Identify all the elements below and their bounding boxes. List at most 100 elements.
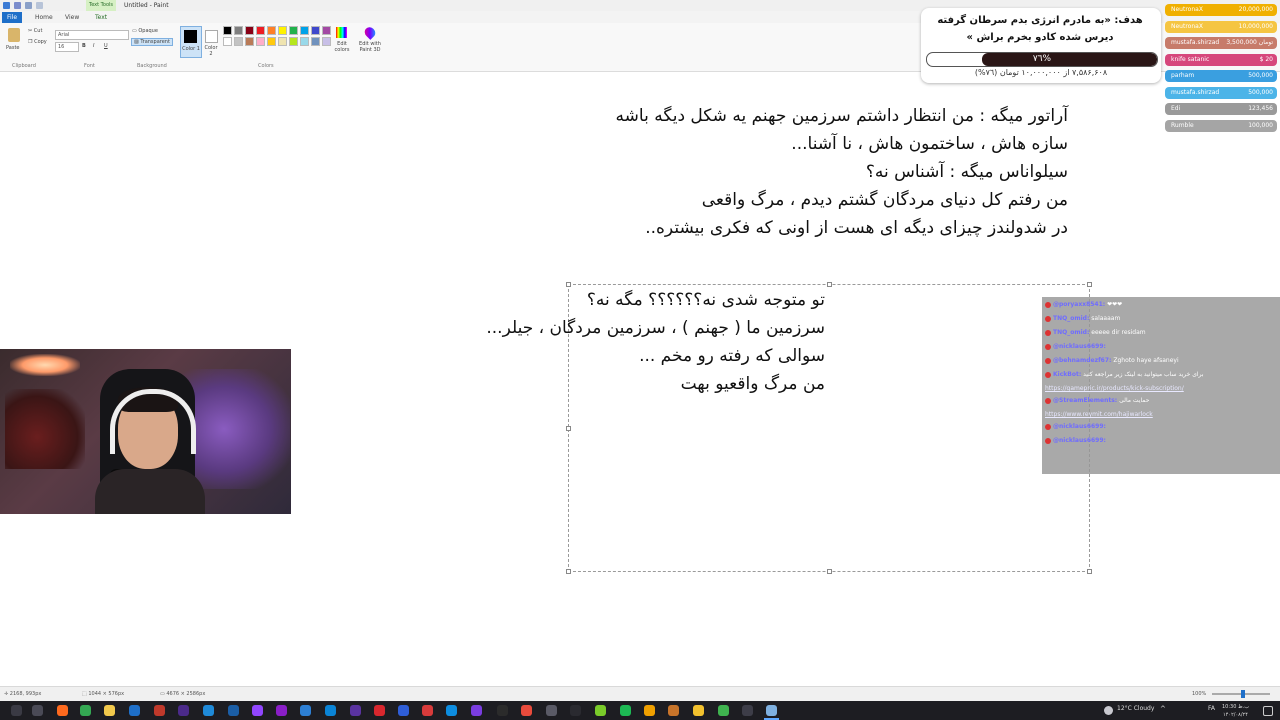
font-size-select[interactable]: 16: [55, 42, 79, 52]
app-icon[interactable]: [350, 705, 361, 716]
font-name-value: Arial: [58, 32, 70, 38]
clock[interactable]: 10:30 ب.ظ ۱۴۰۲/۰۸/۲۴: [1222, 703, 1249, 719]
app-icon[interactable]: [374, 705, 385, 716]
app-icon[interactable]: [521, 705, 532, 716]
tray-overflow-icon[interactable]: ^: [1160, 705, 1166, 713]
palette-swatch[interactable]: [267, 37, 276, 46]
chat-username[interactable]: @nicklaus6699:: [1053, 437, 1106, 444]
donor-amount: 500,000: [1248, 88, 1273, 96]
app-icon[interactable]: [497, 705, 508, 716]
transparent-option[interactable]: ▨ Transparent: [131, 38, 173, 46]
palette-swatch[interactable]: [267, 26, 276, 35]
app-icon[interactable]: [546, 705, 557, 716]
font-name-select[interactable]: Arial: [55, 30, 129, 40]
color1-button[interactable]: Color 1: [180, 26, 202, 58]
steam-icon[interactable]: [228, 705, 239, 716]
tab-home[interactable]: Home: [30, 12, 58, 23]
paint-taskbar-icon[interactable]: [766, 705, 777, 716]
palette-swatch[interactable]: [311, 26, 320, 35]
resize-handle[interactable]: [566, 426, 571, 431]
chat-username[interactable]: @nicklaus6699:: [1053, 423, 1106, 430]
chat-username[interactable]: KickBot:: [1053, 371, 1081, 378]
bold-button[interactable]: B: [82, 43, 86, 49]
weather-text[interactable]: 12°C Cloudy: [1117, 705, 1154, 712]
firefox-icon[interactable]: [57, 705, 68, 716]
chat-username[interactable]: @behnamdezf67:: [1053, 357, 1111, 364]
app-icon[interactable]: [595, 705, 606, 716]
premiere-icon[interactable]: [178, 705, 189, 716]
tab-text[interactable]: Text: [90, 12, 112, 23]
chat-link[interactable]: https://www.reymit.com/hajiwarlock: [1045, 411, 1277, 418]
store-icon[interactable]: [129, 705, 140, 716]
search-icon[interactable]: [11, 705, 22, 716]
notifications-icon[interactable]: [1263, 706, 1273, 716]
file-explorer-icon[interactable]: [104, 705, 115, 716]
app-icon[interactable]: [398, 705, 409, 716]
app-icon[interactable]: [203, 705, 214, 716]
chat-link[interactable]: https://gamepric.ir/products/kick-subscr…: [1045, 385, 1277, 392]
edit-colors-button[interactable]: Edit colors: [335, 27, 350, 57]
color2-button[interactable]: Color 2: [203, 26, 219, 57]
palette-swatch[interactable]: [223, 26, 232, 35]
zoom-slider-thumb[interactable]: [1241, 690, 1245, 698]
palette-swatch[interactable]: [245, 37, 254, 46]
palette-swatch[interactable]: [256, 26, 265, 35]
resize-handle[interactable]: [1087, 282, 1092, 287]
palette-swatch[interactable]: [300, 37, 309, 46]
media-player-icon[interactable]: [742, 705, 753, 716]
chrome-icon[interactable]: [80, 705, 91, 716]
app-icon[interactable]: [668, 705, 679, 716]
palette-swatch[interactable]: [322, 37, 331, 46]
app-icon[interactable]: [300, 705, 311, 716]
chat-username[interactable]: TNQ_omid:: [1053, 329, 1089, 336]
app-icon[interactable]: [276, 705, 287, 716]
italic-button[interactable]: I: [93, 43, 94, 49]
app-icon[interactable]: [644, 705, 655, 716]
resize-handle[interactable]: [827, 569, 832, 574]
palette-swatch[interactable]: [278, 26, 287, 35]
resize-handle[interactable]: [566, 569, 571, 574]
palette-swatch[interactable]: [322, 26, 331, 35]
text-block-2[interactable]: تو متوجه شدی نه؟؟؟؟؟؟ مگه نه؟ سرزمین ما …: [486, 286, 825, 398]
resize-handle[interactable]: [1087, 569, 1092, 574]
app-icon[interactable]: [693, 705, 704, 716]
undo-icon[interactable]: [25, 2, 32, 9]
obs-icon[interactable]: [154, 705, 165, 716]
chat-username[interactable]: @StreamElements:: [1053, 397, 1117, 404]
tab-file[interactable]: File: [2, 12, 23, 23]
palette-swatch[interactable]: [234, 26, 243, 35]
palette-swatch[interactable]: [289, 26, 298, 35]
paste-button[interactable]: Paste: [6, 45, 20, 51]
app-icon[interactable]: [471, 705, 482, 716]
opaque-option[interactable]: ▭ Opaque: [132, 28, 158, 34]
palette-swatch[interactable]: [300, 26, 309, 35]
tab-view[interactable]: View: [60, 12, 84, 23]
discord-icon[interactable]: [252, 705, 263, 716]
app-icon[interactable]: [422, 705, 433, 716]
app-icon[interactable]: [718, 705, 729, 716]
spotify-icon[interactable]: [620, 705, 631, 716]
palette-swatch[interactable]: [256, 37, 265, 46]
redo-icon[interactable]: [36, 2, 43, 9]
app-icon[interactable]: [446, 705, 457, 716]
app-icon[interactable]: [325, 705, 336, 716]
task-view-icon[interactable]: [32, 705, 43, 716]
copy-button[interactable]: ❐ Copy: [28, 39, 47, 45]
underline-button[interactable]: U: [104, 43, 108, 49]
chat-username[interactable]: TNQ_omid:: [1053, 315, 1089, 322]
palette-swatch[interactable]: [278, 37, 287, 46]
paste-icon[interactable]: [8, 28, 20, 42]
palette-swatch[interactable]: [311, 37, 320, 46]
edit-paint3d-button[interactable]: Edit with Paint 3D: [358, 25, 382, 57]
palette-swatch[interactable]: [223, 37, 232, 46]
chat-username[interactable]: @poryaxx8541:: [1053, 301, 1105, 308]
language-indicator[interactable]: FA: [1208, 705, 1215, 712]
cut-button[interactable]: ✂ Cut: [28, 28, 42, 34]
palette-swatch[interactable]: [289, 37, 298, 46]
resize-handle[interactable]: [827, 282, 832, 287]
app-icon[interactable]: [570, 705, 581, 716]
save-icon[interactable]: [14, 2, 21, 9]
palette-swatch[interactable]: [245, 26, 254, 35]
palette-swatch[interactable]: [234, 37, 243, 46]
chat-username[interactable]: @nicklaus6699:: [1053, 343, 1106, 350]
